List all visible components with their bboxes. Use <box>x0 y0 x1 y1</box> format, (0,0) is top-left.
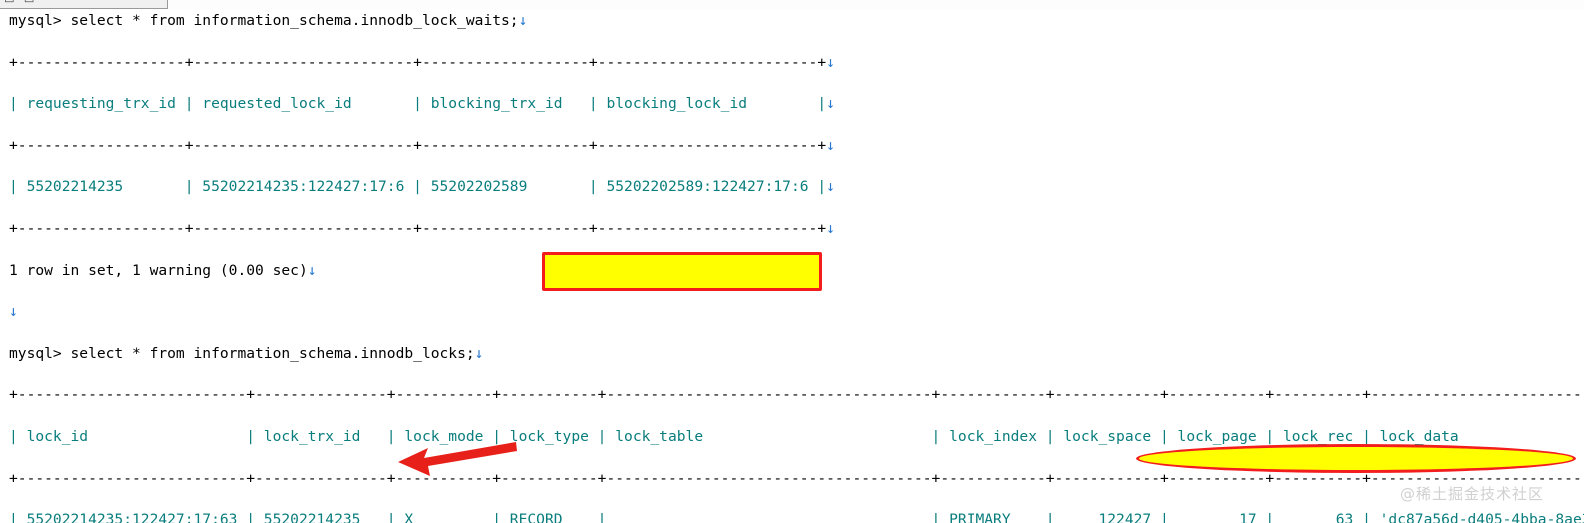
wrap-marker-icon: ↓ <box>307 261 317 279</box>
wrap-marker-icon: ↓ <box>518 12 528 29</box>
console-line: mysql> select * from information_schema.… <box>9 344 1584 365</box>
wrap-marker-icon: ↓ <box>826 95 835 113</box>
console-line: ↓ <box>9 302 1584 323</box>
console-line: | requesting_trx_id | requested_lock_id … <box>9 94 1584 115</box>
result-footer: 1 row in set, 1 warning (0.00 sec) <box>9 261 308 279</box>
console-line: | 55202214235:122427:17:63 | 55202214235… <box>9 510 1584 523</box>
table-separator: +-------------------+-------------------… <box>9 219 827 237</box>
wrap-marker-icon: ↓ <box>9 303 18 321</box>
command-line-locks: mysql> select * from information_schema.… <box>9 344 475 362</box>
highlight-ellipse-trx-query <box>1136 444 1576 473</box>
window-titlebar-sliver[interactable]: ▭ ▭ <box>0 0 168 9</box>
terminal-screenshot: ▭ ▭ mysql> select * from information_sch… <box>0 0 1584 523</box>
table-header-row: | lock_id | lock_trx_id | lock_mode | lo… <box>9 427 1584 445</box>
command-line-lock-waits: mysql> select * from information_schema.… <box>9 12 519 29</box>
window-titlebar-background <box>168 0 1584 9</box>
table-row: | 55202214235 | 55202214235:122427:17:6 … <box>9 178 827 196</box>
console-line: +-------------------+-------------------… <box>9 136 1584 157</box>
console-line: mysql> select * from information_schema.… <box>9 11 1584 32</box>
table-separator: +-------------------+-------------------… <box>9 136 827 154</box>
console-line: +-------------------+-------------------… <box>9 219 1584 240</box>
table-separator: +--------------------------+------------… <box>9 386 1584 404</box>
site-watermark: @稀土掘金技术社区 <box>1400 485 1545 503</box>
window-controls-icon[interactable]: ▭ ▭ <box>4 0 37 6</box>
console-line: +-------------------+-------------------… <box>9 53 1584 74</box>
wrap-marker-icon: ↓ <box>826 178 835 196</box>
wrap-marker-icon: ↓ <box>826 53 835 71</box>
console-line: | 55202214235 | 55202214235:122427:17:6 … <box>9 177 1584 198</box>
wrap-marker-icon: ↓ <box>474 344 484 362</box>
table-header-row: | requesting_trx_id | requested_lock_id … <box>9 95 827 113</box>
highlight-rectangle-lock-table <box>542 252 822 291</box>
red-arrow-annotation-icon <box>398 442 517 476</box>
wrap-marker-icon: ↓ <box>826 219 835 237</box>
wrap-marker-icon: ↓ <box>826 136 835 154</box>
table-row: | 55202214235:122427:17:63 | 55202214235… <box>9 511 1584 523</box>
console-line: +--------------------------+------------… <box>9 385 1584 406</box>
table-separator: +-------------------+-------------------… <box>9 53 827 71</box>
